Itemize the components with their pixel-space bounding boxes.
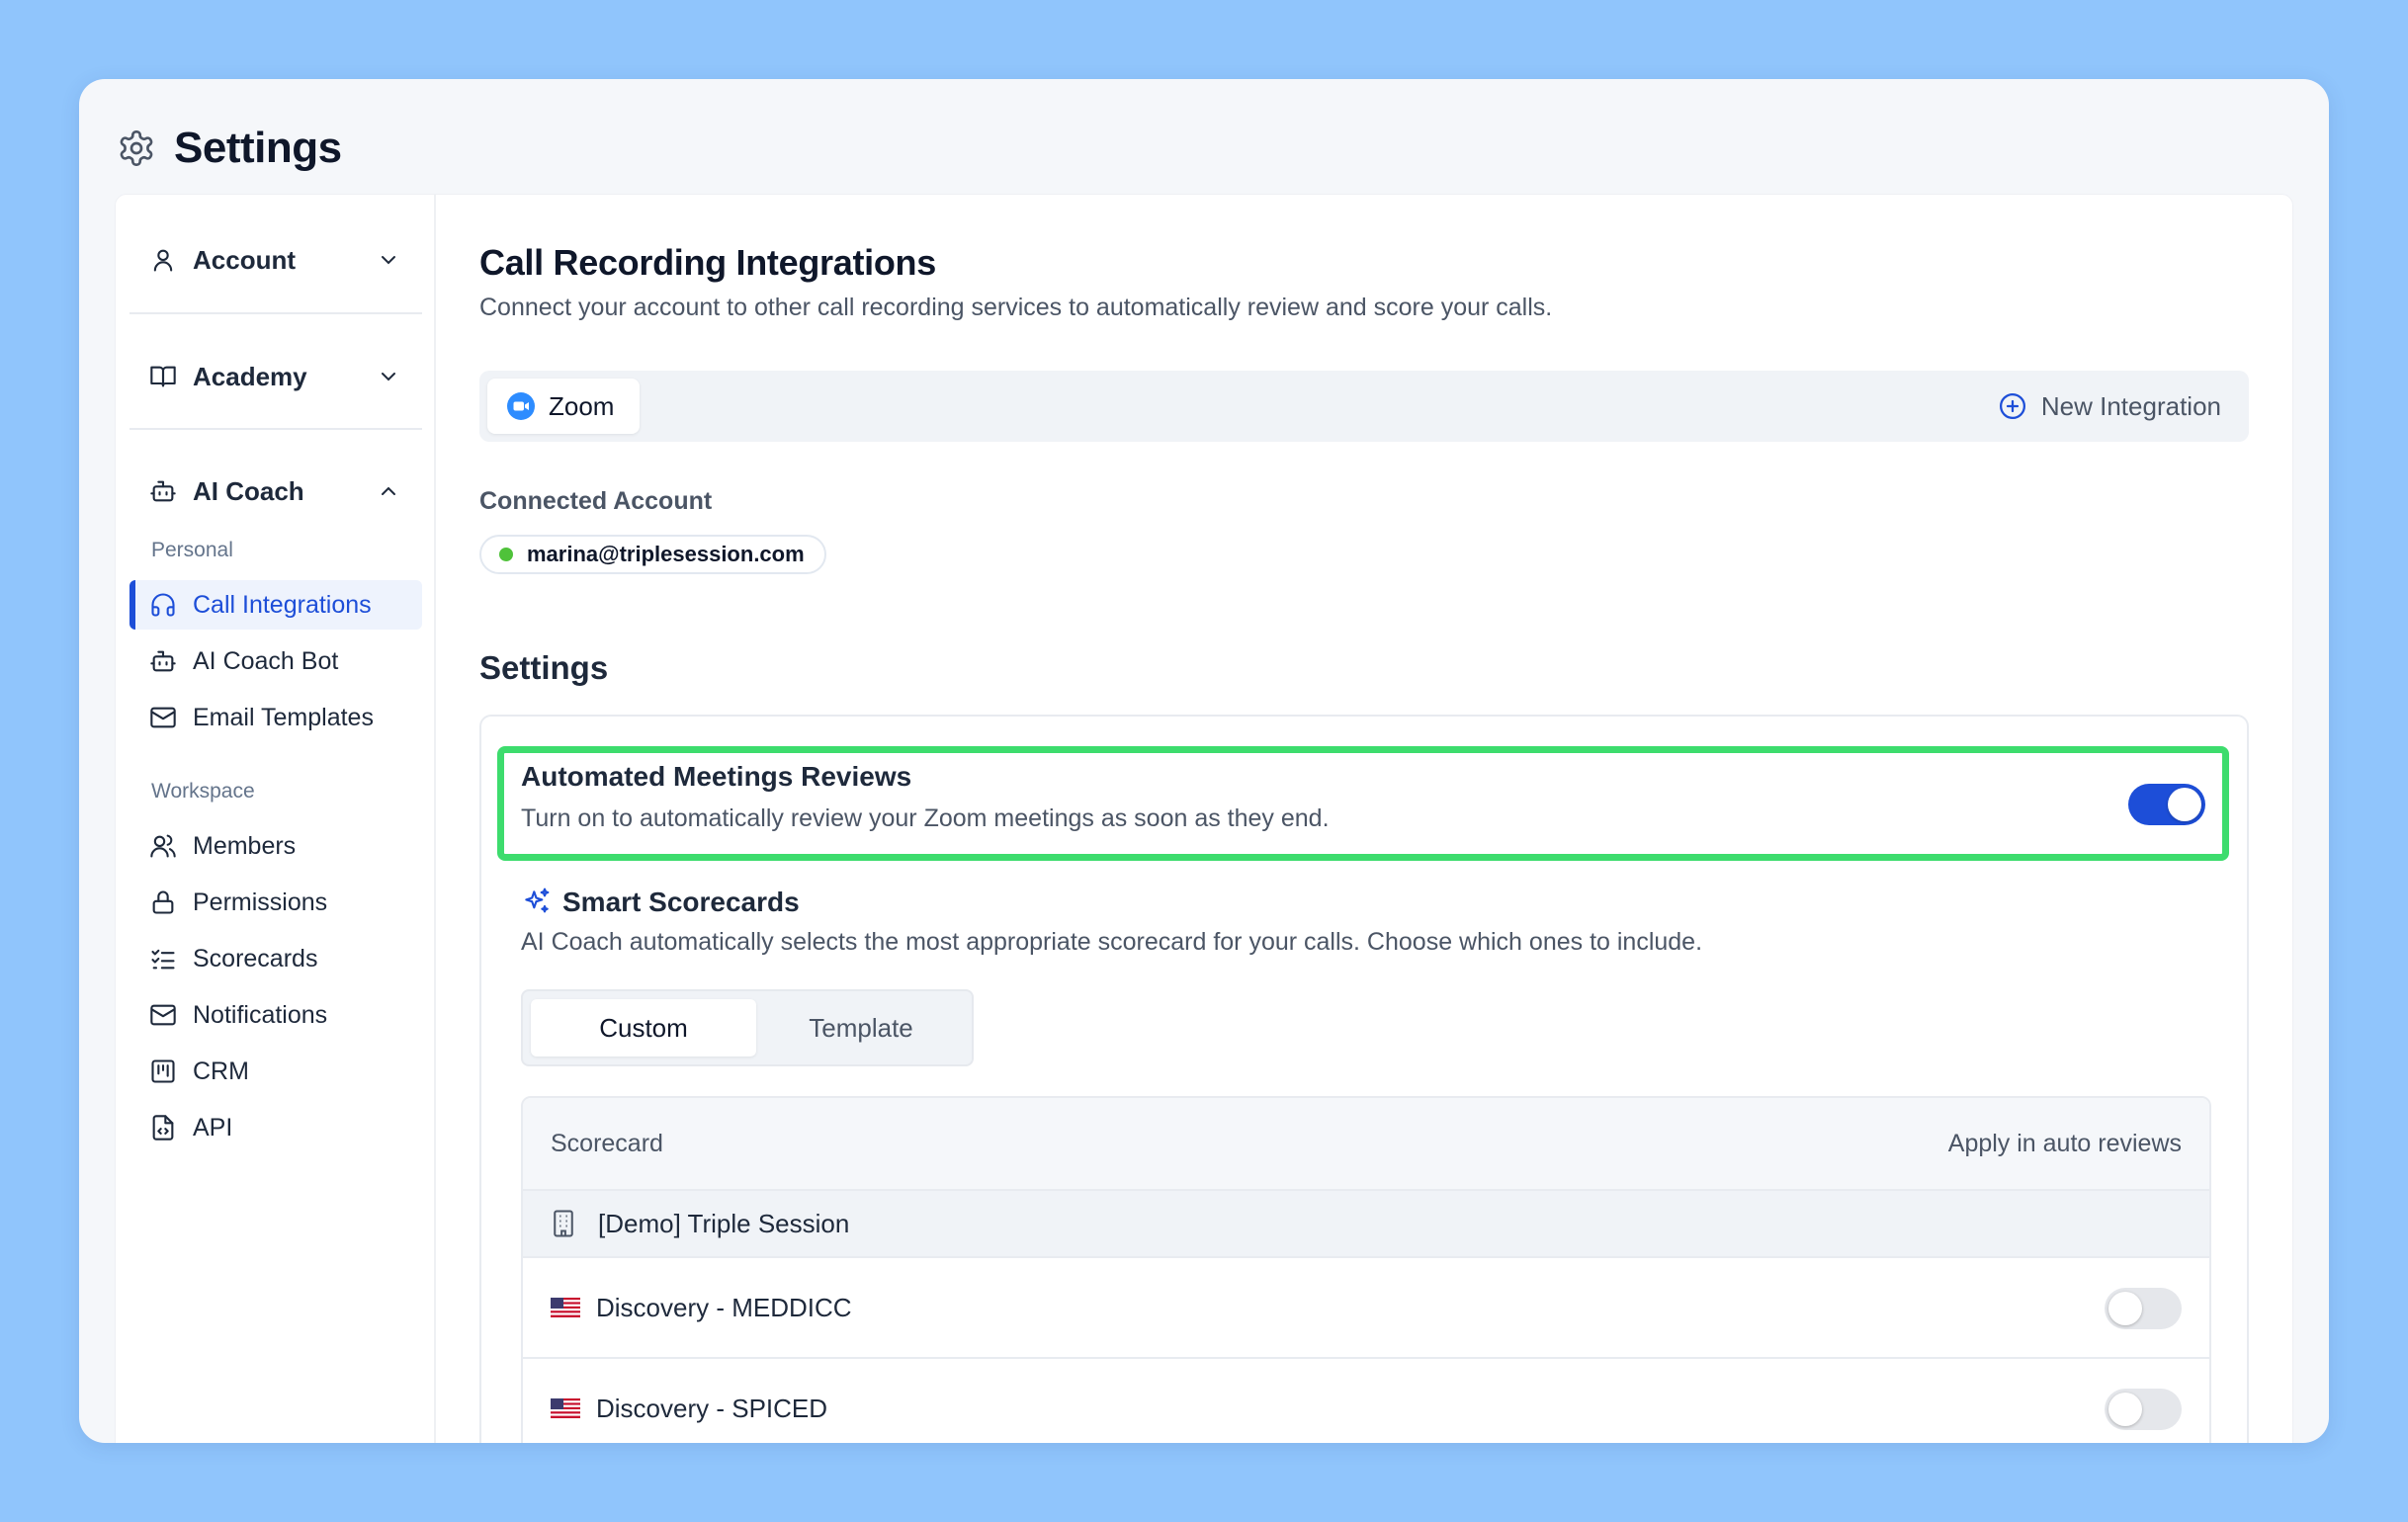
- apply-toggle[interactable]: [2105, 1288, 2182, 1329]
- sidebar-item-api[interactable]: API: [129, 1103, 422, 1152]
- integrations-bar: Zoom New Integration: [479, 371, 2249, 442]
- sidebar-item-label: Call Integrations: [193, 590, 372, 619]
- sidebar-item-label: CRM: [193, 1057, 249, 1085]
- sidebar-section-ai-coach[interactable]: AI Coach: [129, 462, 422, 521]
- scorecard-type-segmented-control: Custom Template: [521, 989, 974, 1066]
- group-label-workspace: Workspace: [151, 780, 255, 803]
- segment-template[interactable]: Template: [756, 999, 966, 1057]
- group-label-personal: Personal: [151, 539, 233, 561]
- divider: [129, 428, 422, 430]
- sidebar-section-label: Academy: [193, 361, 307, 391]
- headset-icon: [149, 591, 177, 619]
- connected-account-chip: marina@triplesession.com: [479, 535, 826, 574]
- column-header-scorecard: Scorecard: [551, 1130, 663, 1157]
- checklist-icon: [149, 945, 177, 972]
- window-header: Settings: [117, 109, 342, 188]
- sidebar-item-label: Scorecards: [193, 944, 318, 972]
- section-title: Call Recording Integrations: [479, 242, 936, 283]
- scorecard-name: Discovery - MEDDICC: [596, 1292, 852, 1322]
- sidebar-item-label: Permissions: [193, 888, 328, 916]
- scorecard-table: Scorecard Apply in auto reviews [Demo] T…: [521, 1096, 2211, 1443]
- status-dot: [499, 548, 513, 561]
- book-icon: [149, 363, 177, 390]
- settings-window: Settings Account Academy AI Coach Person…: [79, 79, 2329, 1443]
- sidebar-item-label: API: [193, 1113, 233, 1142]
- settings-heading: Settings: [479, 649, 609, 686]
- table-row: Discovery - SPICED: [523, 1359, 2209, 1443]
- users-icon: [149, 832, 177, 860]
- smart-scorecards-description: AI Coach automatically selects the most …: [521, 928, 1703, 956]
- sidebar-item-email-templates[interactable]: Email Templates: [129, 693, 422, 742]
- tab-zoom[interactable]: Zoom: [487, 379, 640, 434]
- tab-label: Zoom: [549, 390, 615, 421]
- mail-icon: [149, 1001, 177, 1029]
- sidebar-item-label: AI Coach Bot: [193, 646, 339, 675]
- sidebar-item-crm[interactable]: CRM: [129, 1047, 422, 1096]
- sidebar-section-account[interactable]: Account: [129, 230, 422, 290]
- sidebar-item-label: Members: [193, 831, 297, 860]
- chevron-up-icon: [377, 479, 400, 503]
- auto-review-toggle[interactable]: [2128, 784, 2205, 825]
- sidebar-item-notifications[interactable]: Notifications: [129, 990, 422, 1040]
- page-title: Settings: [174, 124, 342, 172]
- main-content: Call Recording Integrations Connect your…: [479, 195, 2249, 1443]
- segment-custom[interactable]: Custom: [531, 999, 756, 1057]
- toggle-knob: [2108, 1393, 2142, 1426]
- group-name: [Demo] Triple Session: [598, 1208, 850, 1238]
- user-icon: [149, 246, 177, 274]
- bot-icon: [149, 647, 177, 675]
- table-row: Discovery - MEDDICC: [523, 1258, 2209, 1359]
- new-integration-button[interactable]: New Integration: [1998, 388, 2221, 424]
- section-subtitle: Connect your account to other call recor…: [479, 294, 1553, 321]
- smart-scorecards-header: Smart Scorecards: [521, 887, 800, 918]
- chevron-down-icon: [377, 365, 400, 388]
- sidebar-section-label: Account: [193, 244, 296, 275]
- chevron-down-icon: [377, 248, 400, 272]
- building-icon: [551, 1209, 576, 1238]
- lock-icon: [149, 888, 177, 916]
- mail-icon: [149, 704, 177, 731]
- sidebar-section-label: AI Coach: [193, 475, 304, 506]
- zoom-icon: [507, 392, 535, 420]
- file-code-icon: [149, 1114, 177, 1142]
- sidebar-item-ai-coach-bot[interactable]: AI Coach Bot: [129, 636, 422, 686]
- smart-scorecards-title: Smart Scorecards: [562, 887, 800, 917]
- sidebar-item-members[interactable]: Members: [129, 821, 422, 871]
- gear-icon: [117, 128, 156, 168]
- column-header-apply: Apply in auto reviews: [1947, 1130, 2182, 1157]
- scorecard-name: Discovery - SPICED: [596, 1393, 828, 1423]
- divider: [129, 312, 422, 314]
- sidebar: Account Academy AI Coach Personal Call I…: [116, 195, 436, 1443]
- apply-toggle[interactable]: [2105, 1389, 2182, 1430]
- plus-circle-icon: [1998, 391, 2027, 421]
- new-integration-label: New Integration: [2040, 390, 2221, 421]
- table-group-row: [Demo] Triple Session: [523, 1191, 2209, 1258]
- sidebar-section-academy[interactable]: Academy: [129, 347, 422, 406]
- sidebar-item-scorecards[interactable]: Scorecards: [129, 934, 422, 983]
- kanban-icon: [149, 1057, 177, 1085]
- sparkles-icon: [521, 887, 553, 918]
- toggle-knob: [2108, 1292, 2142, 1325]
- settings-card: Automated Meetings Reviews Turn on to au…: [479, 715, 2249, 1443]
- sidebar-item-permissions[interactable]: Permissions: [129, 878, 422, 927]
- us-flag-icon: [551, 1398, 580, 1418]
- sidebar-item-label: Email Templates: [193, 703, 374, 731]
- sidebar-item-label: Notifications: [193, 1000, 328, 1029]
- sidebar-item-call-integrations[interactable]: Call Integrations: [129, 580, 422, 630]
- table-header: Scorecard Apply in auto reviews: [523, 1098, 2209, 1191]
- toggle-knob: [2168, 788, 2201, 821]
- bot-icon: [149, 477, 177, 505]
- auto-review-title: Automated Meetings Reviews: [521, 761, 912, 792]
- auto-review-description: Turn on to automatically review your Zoo…: [521, 804, 1330, 832]
- connected-email: marina@triplesession.com: [527, 542, 805, 566]
- connected-account-label: Connected Account: [479, 487, 713, 515]
- settings-panel: Account Academy AI Coach Personal Call I…: [115, 194, 2293, 1443]
- us-flag-icon: [551, 1298, 580, 1317]
